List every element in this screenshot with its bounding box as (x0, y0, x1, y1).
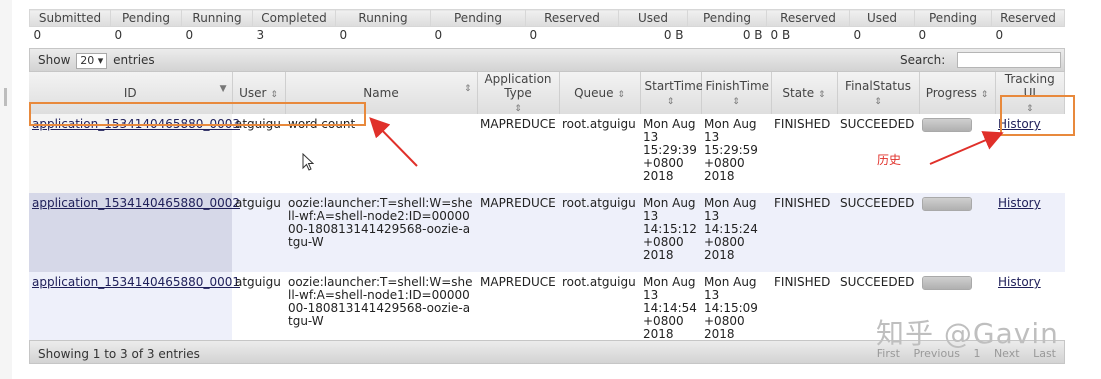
mouse-pointer-icon (302, 153, 314, 171)
watermark: 知乎 @Gavin (876, 317, 1059, 350)
annotation-arrow (929, 131, 1004, 165)
annotation-label: 历史 (877, 153, 902, 167)
annotation-arrow (369, 117, 418, 167)
